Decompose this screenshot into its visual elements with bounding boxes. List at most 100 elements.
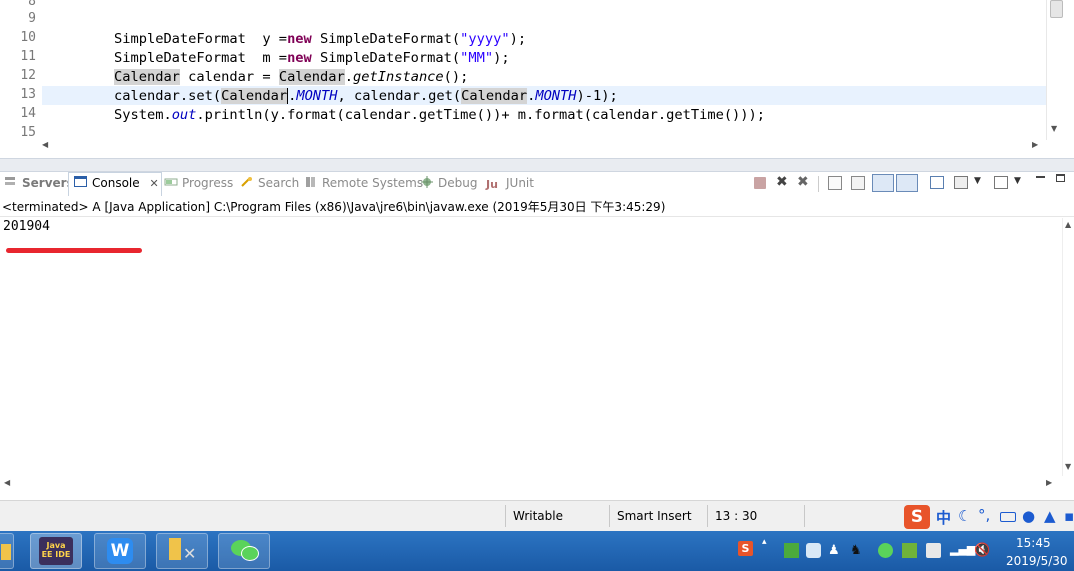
pin-console-icon[interactable]: [930, 176, 944, 189]
clock-time[interactable]: 15:45: [1016, 536, 1051, 550]
field-token: out: [171, 107, 197, 123]
code-editor[interactable]: 8 9 10 11 12 13 14 15 SimpleDateFormat y…: [0, 0, 1074, 158]
scrollbar-thumb[interactable]: [1050, 0, 1063, 18]
tab-label: Progress: [182, 176, 234, 190]
console-output-text[interactable]: 201904: [3, 219, 50, 234]
occurrence-token: Calendar: [278, 69, 345, 85]
taskbar-tools-button[interactable]: ✕: [156, 533, 208, 569]
scroll-left-arrow-icon[interactable]: ◀: [42, 140, 48, 149]
ime-language-toggle[interactable]: 中: [936, 507, 951, 528]
servers-icon: [4, 176, 18, 188]
line-number: 15: [20, 125, 36, 140]
open-console-icon[interactable]: [994, 176, 1008, 189]
taskbar-wechat-button[interactable]: [218, 533, 270, 569]
code-token: ();: [443, 69, 469, 85]
user-icon[interactable]: ●: [1022, 507, 1035, 525]
chevron-down-icon[interactable]: ▼: [1014, 176, 1021, 186]
tab-search[interactable]: Search: [240, 176, 299, 190]
code-token: );: [493, 50, 510, 66]
status-bar: Writable Smart Insert 13 : 30 S 中 ☾ °, ●…: [0, 500, 1074, 532]
tray-pin-icon[interactable]: ▴: [762, 537, 777, 552]
taskbar-folder-button[interactable]: [0, 533, 14, 569]
code-line-14[interactable]: System.out.println(y.format(calendar.get…: [114, 106, 765, 125]
punctuation-icon[interactable]: °,: [978, 506, 990, 524]
status-divider: [707, 505, 708, 527]
more-icon[interactable]: ▪: [1064, 507, 1074, 525]
wechat-tray-icon[interactable]: [878, 543, 893, 558]
terminate-icon[interactable]: [754, 177, 766, 189]
string-token: "MM": [460, 50, 494, 66]
code-token: System.: [114, 107, 172, 123]
close-icon[interactable]: ✕: [149, 177, 158, 190]
code-token: .println(y.format(calendar.getTime())+ m…: [196, 107, 766, 123]
maximize-icon[interactable]: [1056, 174, 1065, 182]
tab-remote-systems[interactable]: Remote Systems: [304, 176, 423, 190]
line-number: 9: [28, 11, 36, 26]
tab-junit[interactable]: Ju JUnit: [486, 176, 534, 191]
static-method-token: getInstance: [353, 69, 444, 85]
taskbar-javaee-button[interactable]: Java EE IDE: [30, 533, 82, 569]
speaker-muted-icon[interactable]: 🔇: [974, 543, 990, 558]
pane-separator[interactable]: [0, 158, 1074, 172]
users-icon[interactable]: ♟: [828, 543, 843, 558]
line-number: 10: [20, 30, 36, 45]
wechat-bubble: [241, 546, 259, 561]
tab-console[interactable]: Console ✕: [74, 176, 159, 190]
shield-icon[interactable]: [784, 543, 799, 558]
scroll-right-arrow-icon[interactable]: ▶: [1032, 140, 1038, 149]
string-token: "yyyy": [460, 31, 510, 47]
editor-horizontal-scrollbar[interactable]: ◀ ▶: [36, 138, 1046, 154]
red-underline-annotation: [6, 248, 142, 253]
scroll-left-arrow-icon[interactable]: ◀: [4, 478, 10, 487]
console-view-tabbar: Servers Console ✕ Progress Search Remote…: [0, 172, 1074, 196]
keyboard-icon[interactable]: [1000, 512, 1016, 522]
tab-progress[interactable]: Progress: [164, 176, 233, 190]
code-line-11[interactable]: SimpleDateFormat m =new SimpleDateFormat…: [114, 49, 510, 68]
status-divider: [505, 505, 506, 527]
shirt-icon[interactable]: ▲: [1044, 507, 1056, 525]
occurrence-token: Calendar: [461, 88, 528, 104]
code-token: )-1);: [576, 88, 618, 104]
status-divider: [804, 505, 805, 527]
show-on-stdout-icon[interactable]: [872, 174, 894, 192]
occurrence-token: Calendar: [221, 88, 289, 104]
code-line-13[interactable]: calendar.set(Calendar.MONTH, calendar.ge…: [114, 87, 618, 106]
field-token: MONTH: [535, 88, 577, 104]
scroll-lock-icon[interactable]: [851, 176, 865, 190]
tab-label: Search: [258, 176, 300, 190]
editor-vertical-scrollbar[interactable]: ▼: [1046, 0, 1065, 140]
tab-servers[interactable]: Servers: [4, 176, 74, 190]
minimize-icon[interactable]: [1036, 176, 1045, 178]
console-horizontal-scrollbar[interactable]: ◀ ▶: [0, 476, 1062, 490]
line-number: 13: [20, 87, 36, 102]
scroll-up-arrow-icon[interactable]: ▲: [1065, 220, 1071, 229]
signal-icon[interactable]: ▂▄▆: [950, 543, 975, 558]
network-monitor-icon[interactable]: [806, 543, 821, 558]
show-on-stderr-icon[interactable]: [896, 174, 918, 192]
sogou-ime-icon[interactable]: S: [904, 505, 930, 529]
moon-icon[interactable]: ☾: [958, 507, 971, 525]
nvidia-icon[interactable]: [902, 543, 917, 558]
code-line-12[interactable]: Calendar calendar = Calendar.getInstance…: [114, 68, 468, 87]
code-token: calendar =: [179, 69, 279, 85]
scroll-down-arrow-icon[interactable]: ▼: [1051, 124, 1057, 133]
display-console-icon[interactable]: [954, 176, 968, 189]
tab-debug[interactable]: Debug: [420, 176, 477, 190]
field-token: MONTH: [296, 88, 338, 104]
clock-date[interactable]: 2019/5/30: [1006, 554, 1068, 568]
device-icon[interactable]: [926, 543, 941, 558]
taskbar-wps-button[interactable]: W: [94, 533, 146, 569]
console-vertical-scrollbar[interactable]: ▲ ▼: [1062, 218, 1074, 476]
clear-console-icon[interactable]: [828, 176, 842, 190]
sogou-tray-icon[interactable]: S: [738, 541, 753, 556]
code-line-10[interactable]: SimpleDateFormat y =new SimpleDateFormat…: [114, 30, 526, 49]
chevron-down-icon[interactable]: ▼: [974, 176, 981, 186]
remote-systems-icon: [304, 176, 318, 188]
remove-all-terminated-icon[interactable]: ✖: [797, 174, 809, 190]
scroll-right-arrow-icon[interactable]: ▶: [1046, 478, 1052, 487]
qq-icon[interactable]: ♞: [850, 543, 865, 558]
scroll-down-arrow-icon[interactable]: ▼: [1065, 462, 1071, 471]
wrench-icon: ✕: [183, 544, 197, 563]
windows-taskbar: Java EE IDE W ✕ S ▴ ♟ ♞ ▂▄▆ 🔇: [0, 531, 1074, 571]
remove-launch-icon[interactable]: ✖: [776, 174, 788, 190]
